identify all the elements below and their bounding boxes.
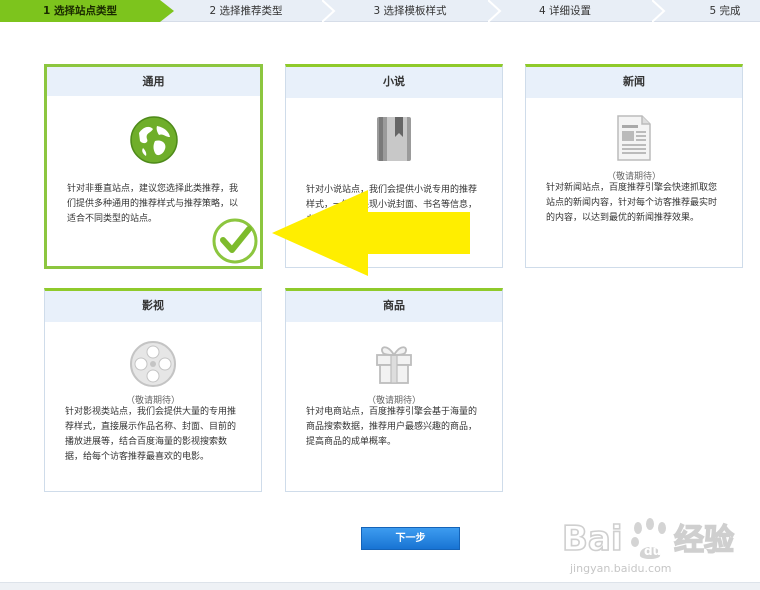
yellow-arrow-annotation [272,190,470,276]
svg-text:du: du [644,544,661,558]
globe-icon [129,116,178,164]
site-type-card-general[interactable]: 通用 针对非垂直站点，建议您选择此类推荐，我们提供多种通用的推荐样式与推荐策略，… [44,64,263,269]
svg-text:Bai: Bai [562,519,623,559]
site-type-card-goods[interactable]: 商品 （敬请期待） 针对电商站点，百度推荐引擎会基于海量的商品搜索数据，推荐用户… [285,288,503,492]
step-2[interactable]: 2 选择推荐类型 [176,0,316,22]
svg-text:经验: 经验 [674,523,734,558]
card-description: 针对新闻站点，百度推荐引擎会快速抓取您站点的新闻内容，针对每个访客推荐最实时的内… [546,183,718,223]
page: 1 选择站点类型 2 选择推荐类型 3 选择模板样式 4 详细设置 5 完成 通… [0,0,760,590]
step-1[interactable]: 1 选择站点类型 [0,0,160,22]
site-type-card-video[interactable]: 影视 （敬请期待） 针对影视类站点，我们会提供大量的专用推荐样式，直接展示作品名… [44,288,262,492]
card-title: 新闻 [526,67,742,98]
card-title: 影视 [45,291,261,322]
step-3[interactable]: 3 选择模板样式 [340,0,480,22]
step-1-label: 1 选择站点类型 [43,5,117,17]
film-reel-icon [130,341,176,387]
wizard-steps: 1 选择站点类型 2 选择推荐类型 3 选择模板样式 4 详细设置 5 完成 [0,0,760,22]
step-4-label: 4 详细设置 [538,5,592,17]
baidu-jingyan-watermark: Bai du 经验 jingyan.baidu.com [562,512,752,582]
newspaper-icon [617,115,651,161]
site-type-card-news[interactable]: 新闻 （敬请期待） 针对新闻站点，百度推荐引擎会快速抓取您站点的新闻内容，针对每… [525,64,743,268]
step-separator-arrow [322,0,336,22]
next-step-button[interactable]: 下一步 [361,527,460,550]
step-separator-arrow [652,0,666,22]
card-title: 小说 [286,67,502,98]
step-4[interactable]: 4 详细设置 [500,0,630,22]
step-5[interactable]: 5 完成 [690,0,760,22]
step-separator-arrow [160,0,174,22]
watermark-url: jingyan.baidu.com [570,562,672,575]
step-5-label: 5 完成 [709,5,741,17]
card-description: 针对电商站点，百度推荐引擎会基于海量的商品搜索数据，推荐用户最感兴趣的商品，提高… [306,407,478,447]
footer-bar [0,582,760,590]
step-2-label: 2 选择推荐类型 [209,5,283,17]
card-title: 通用 [47,67,260,96]
card-title: 商品 [286,291,502,322]
baidu-jingyan-logo-icon: Bai du 经验 [562,518,735,560]
step-3-label: 3 选择模板样式 [373,5,447,17]
gift-icon [376,346,412,384]
card-description: 针对影视类站点，我们会提供大量的专用推荐样式，直接展示作品名称、封面、目前的播放… [65,407,237,462]
check-icon [212,218,258,264]
book-icon [377,117,411,161]
